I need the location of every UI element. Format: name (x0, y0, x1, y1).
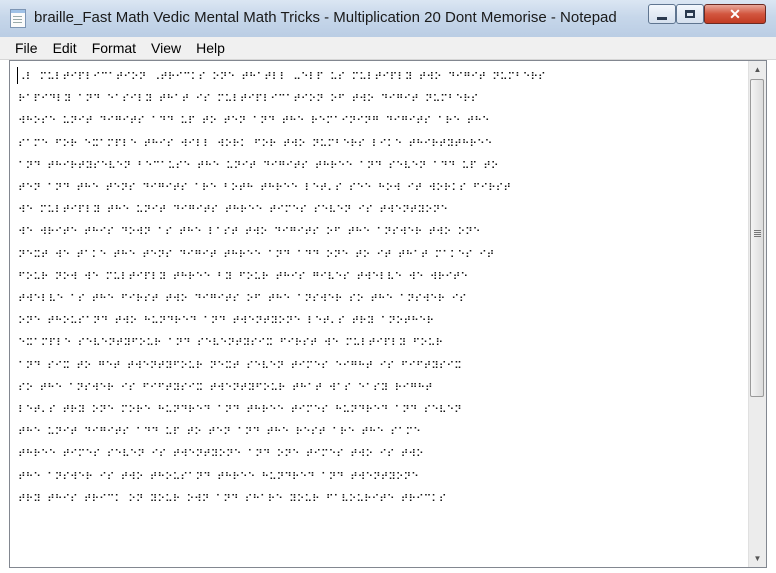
text-line: ⠗⠁⠏⠊⠙⠇⠽ ⠁⠝⠙ ⠑⠁⠎⠊⠇⠽ ⠞⠓⠁⠞ ⠊⠎ ⠍⠥⠇⠞⠊⠏⠇⠊⠉⠁⠞⠊⠕… (18, 92, 479, 106)
text-caret (17, 67, 18, 84)
maximize-icon (685, 10, 695, 18)
menu-view[interactable]: View (143, 37, 188, 59)
menu-edit[interactable]: Edit (45, 37, 84, 59)
scroll-down-arrow-icon[interactable]: ▼ (749, 550, 766, 567)
close-button[interactable]: ✕ (704, 4, 766, 24)
minimize-button[interactable] (648, 4, 676, 24)
notepad-app-icon[interactable] (10, 9, 26, 28)
scroll-up-arrow-icon[interactable]: ▲ (749, 61, 766, 78)
text-line: ⠞⠗⠽ ⠞⠓⠊⠎ ⠞⠗⠊⠉⠅ ⠕⠝ ⠽⠕⠥⠗ ⠕⠺⠝ ⠁⠝⠙ ⠎⠓⠁⠗⠑ ⠽⠕⠥… (18, 491, 447, 505)
text-line: ⠞⠓⠑ ⠁⠝⠎⠺⠑⠗ ⠊⠎ ⠞⠺⠕ ⠞⠓⠕⠥⠎⠁⠝⠙ ⠞⠓⠗⠑⠑ ⠓⠥⠝⠙⠗⠑⠙… (18, 469, 419, 483)
scrollbar-thumb[interactable] (750, 79, 764, 397)
text-line: ⠁⠝⠙ ⠎⠊⠭ ⠞⠕ ⠛⠑⠞ ⠞⠺⠑⠝⠞⠽⠋⠕⠥⠗ ⠝⠑⠭⠞ ⠎⠑⠧⠑⠝ ⠞⠊⠍… (18, 358, 462, 372)
text-line: ⠺⠓⠕⠎⠑ ⠥⠝⠊⠞ ⠙⠊⠛⠊⠞⠎ ⠁⠙⠙ ⠥⠏ ⠞⠕ ⠞⠑⠝ ⠁⠝⠙ ⠞⠓⠑ … (18, 114, 490, 128)
text-line: ⠇⠑⠞⠄⠎ ⠞⠗⠽ ⠕⠝⠑ ⠍⠕⠗⠑ ⠓⠥⠝⠙⠗⠑⠙ ⠁⠝⠙ ⠞⠓⠗⠑⠑ ⠞⠊⠍… (18, 403, 462, 417)
text-line: ⠑⠭⠁⠍⠏⠇⠑ ⠎⠑⠧⠑⠝⠞⠽⠋⠕⠥⠗ ⠁⠝⠙ ⠎⠑⠧⠑⠝⠞⠽⠎⠊⠭ ⠋⠊⠗⠎⠞… (18, 336, 444, 350)
minimize-icon (657, 16, 667, 20)
text-line: ⠋⠕⠥⠗ ⠝⠕⠺ ⠺⠑ ⠍⠥⠇⠞⠊⠏⠇⠽ ⠞⠓⠗⠑⠑ ⠃⠽ ⠋⠕⠥⠗ ⠞⠓⠊⠎ … (18, 269, 468, 283)
window-title: braille_Fast Math Vedic Mental Math Tric… (34, 9, 617, 26)
notepad-window: braille_Fast Math Vedic Mental Math Tric… (0, 0, 776, 573)
menu-help[interactable]: Help (188, 37, 232, 59)
text-line: ⠺⠑ ⠍⠥⠇⠞⠊⠏⠇⠽ ⠞⠓⠑ ⠥⠝⠊⠞ ⠙⠊⠛⠊⠞⠎ ⠞⠓⠗⠑⠑ ⠞⠊⠍⠑⠎ … (18, 203, 448, 217)
maximize-button[interactable] (676, 4, 704, 24)
close-icon: ✕ (729, 5, 741, 22)
menu-format[interactable]: Format (84, 37, 143, 59)
title-bar[interactable]: braille_Fast Math Vedic Mental Math Tric… (0, 0, 776, 38)
text-line: ⠞⠓⠗⠑⠑ ⠞⠊⠍⠑⠎ ⠎⠑⠧⠑⠝ ⠊⠎ ⠞⠺⠑⠝⠞⠽⠕⠝⠑ ⠁⠝⠙ ⠕⠝⠑ ⠞… (18, 447, 424, 461)
vertical-scrollbar[interactable]: ▲ ▼ (748, 61, 766, 567)
text-line: ⠞⠺⠑⠇⠧⠑ ⠁⠎ ⠞⠓⠑ ⠋⠊⠗⠎⠞ ⠞⠺⠕ ⠙⠊⠛⠊⠞⠎ ⠕⠋ ⠞⠓⠑ ⠁⠝… (18, 292, 467, 306)
text-line: ⠠⠇ ⠍⠥⠇⠞⠊⠏⠇⠊⠉⠁⠞⠊⠕⠝ ⠠⠞⠗⠊⠉⠅⠎ ⠕⠝⠑ ⠞⠓⠁⠞⠇⠇ ⠤⠑⠇… (18, 70, 546, 83)
text-line: ⠕⠝⠑ ⠞⠓⠕⠥⠎⠁⠝⠙ ⠞⠺⠕ ⠓⠥⠝⠙⠗⠑⠙ ⠁⠝⠙ ⠞⠺⠑⠝⠞⠽⠕⠝⠑ ⠇… (18, 314, 435, 328)
menu-bar: File Edit Format View Help (0, 37, 776, 60)
text-line: ⠞⠑⠝ ⠁⠝⠙ ⠞⠓⠑ ⠞⠑⠝⠎ ⠙⠊⠛⠊⠞⠎ ⠁⠗⠑ ⠃⠕⠞⠓ ⠞⠓⠗⠑⠑ ⠇… (18, 181, 511, 195)
text-line: ⠝⠑⠭⠞ ⠺⠑ ⠞⠁⠅⠑ ⠞⠓⠑ ⠞⠑⠝⠎ ⠙⠊⠛⠊⠞ ⠞⠓⠗⠑⠑ ⠁⠝⠙ ⠁⠙… (18, 247, 495, 261)
document-text[interactable]: ⠠⠇ ⠍⠥⠇⠞⠊⠏⠇⠊⠉⠁⠞⠊⠕⠝ ⠠⠞⠗⠊⠉⠅⠎ ⠕⠝⠑ ⠞⠓⠁⠞⠇⠇ ⠤⠑⠇… (18, 66, 736, 562)
scrollbar-grip-icon (754, 230, 761, 231)
text-editor[interactable]: ⠠⠇ ⠍⠥⠇⠞⠊⠏⠇⠊⠉⠁⠞⠊⠕⠝ ⠠⠞⠗⠊⠉⠅⠎ ⠕⠝⠑ ⠞⠓⠁⠞⠇⠇ ⠤⠑⠇… (9, 60, 767, 568)
menu-file[interactable]: File (0, 37, 45, 59)
text-line: ⠎⠕ ⠞⠓⠑ ⠁⠝⠎⠺⠑⠗ ⠊⠎ ⠋⠊⠋⠞⠽⠎⠊⠭ ⠞⠺⠑⠝⠞⠽⠋⠕⠥⠗ ⠞⠓⠁… (18, 380, 433, 394)
text-line: ⠺⠑ ⠺⠗⠊⠞⠑ ⠞⠓⠊⠎ ⠙⠕⠺⠝ ⠁⠎ ⠞⠓⠑ ⠇⠁⠎⠞ ⠞⠺⠕ ⠙⠊⠛⠊⠞… (18, 225, 481, 239)
text-line: ⠞⠓⠑ ⠥⠝⠊⠞ ⠙⠊⠛⠊⠞⠎ ⠁⠙⠙ ⠥⠏ ⠞⠕ ⠞⠑⠝ ⠁⠝⠙ ⠞⠓⠑ ⠗⠑… (18, 425, 421, 439)
text-line: ⠁⠝⠙ ⠞⠓⠊⠗⠞⠽⠎⠑⠧⠑⠝ ⠃⠑⠉⠁⠥⠎⠑ ⠞⠓⠑ ⠥⠝⠊⠞ ⠙⠊⠛⠊⠞⠎ … (18, 158, 499, 172)
text-line: ⠎⠁⠍⠑ ⠋⠕⠗ ⠑⠭⠁⠍⠏⠇⠑ ⠞⠓⠊⠎ ⠺⠊⠇⠇ ⠺⠕⠗⠅ ⠋⠕⠗ ⠞⠺⠕ … (18, 136, 493, 150)
